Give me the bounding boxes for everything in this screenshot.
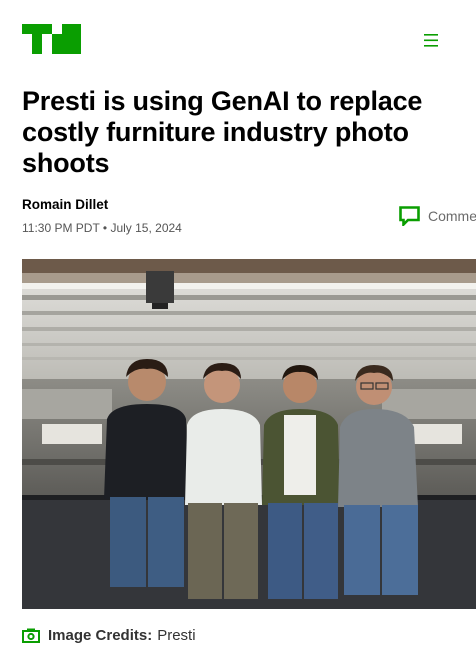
comments-label: Comments bbox=[428, 208, 476, 224]
article-dateline: 11:30 PM PDT • July 15, 2024 bbox=[22, 221, 182, 235]
comment-bubble-icon bbox=[399, 206, 420, 226]
techcrunch-logo-icon bbox=[22, 24, 81, 54]
image-credits: Image Credits: Presti bbox=[22, 627, 196, 644]
comments-button[interactable]: Comments bbox=[399, 205, 476, 227]
hamburger-menu-icon bbox=[424, 34, 438, 47]
hero-image bbox=[22, 259, 476, 609]
image-credits-label: Image Credits: bbox=[48, 627, 153, 644]
author-link[interactable]: Romain Dillet bbox=[22, 197, 108, 212]
site-logo[interactable] bbox=[22, 24, 81, 54]
hero-photo bbox=[22, 259, 476, 609]
image-credits-value: Presti bbox=[157, 627, 196, 644]
camera-icon bbox=[22, 628, 40, 643]
menu-button[interactable] bbox=[418, 27, 444, 53]
article-headline: Presti is using GenAI to replace costly … bbox=[22, 86, 423, 178]
